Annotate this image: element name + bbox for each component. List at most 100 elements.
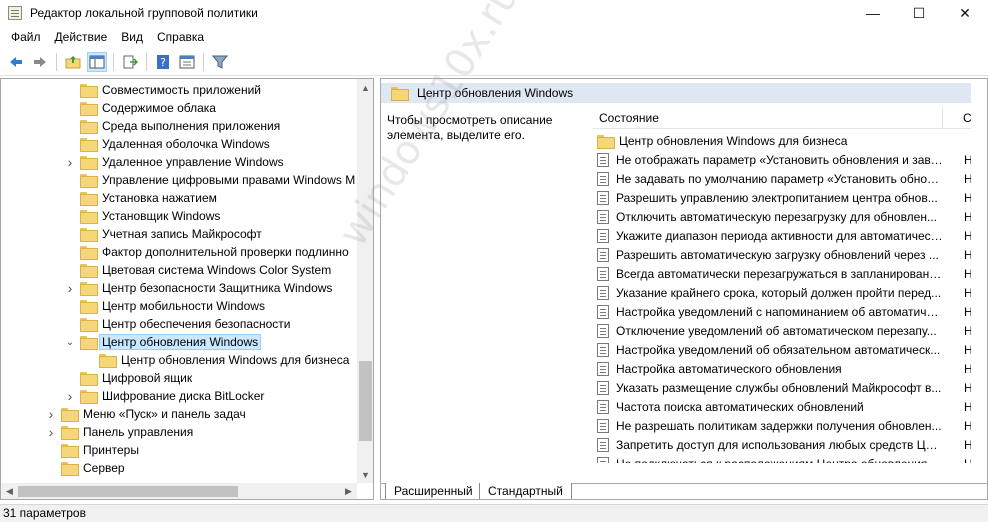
tree-item[interactable]: Центр обеспечения безопасности: [64, 315, 291, 333]
scroll-right-icon[interactable]: ▶: [340, 483, 357, 499]
tree-item[interactable]: › Меню «Пуск» и панель задач: [45, 405, 246, 423]
policy-setting-row[interactable]: Указание крайнего срока, который должен …: [593, 283, 987, 302]
column-header-second[interactable]: С: [943, 111, 972, 125]
column-header-state[interactable]: Состояние: [593, 107, 943, 129]
setting-name: Настройка автоматического обновления: [616, 361, 842, 376]
menu-file[interactable]: Файл: [4, 26, 48, 48]
help-button[interactable]: ?: [153, 52, 173, 72]
minimize-button[interactable]: —: [850, 0, 896, 26]
title-bar: Редактор локальной групповой политики — …: [0, 0, 988, 26]
policy-setting-row[interactable]: Настройка автоматического обновления Н: [593, 359, 987, 378]
setting-name: Указать размещение службы обновлений Май…: [616, 380, 942, 395]
folder-icon: [80, 246, 98, 260]
policy-setting-icon: [597, 247, 609, 262]
policy-setting-row[interactable]: Указать размещение службы обновлений Май…: [593, 378, 987, 397]
policy-setting-row[interactable]: Настройка уведомлений с напоминанием об …: [593, 302, 987, 321]
console-tree-pane: Совместимость приложений Содержимое облак…: [0, 78, 374, 500]
list-folder-item[interactable]: Центр обновления Windows для бизнеса: [593, 131, 987, 150]
tab-standard[interactable]: Стандартный: [479, 483, 572, 499]
tree-item-label: Совместимость приложений: [102, 83, 261, 97]
tree-item[interactable]: Управление цифровыми правами Windows M: [64, 171, 355, 189]
tree-item[interactable]: Фактор дополнительной проверки подлинно: [64, 243, 349, 261]
expand-chevron-icon[interactable]: ›: [64, 279, 76, 297]
policy-setting-icon: [597, 285, 609, 300]
expand-chevron-icon[interactable]: ›: [64, 153, 76, 171]
tree-item[interactable]: › Шифрование диска BitLocker: [64, 387, 264, 405]
folder-icon: [61, 408, 79, 422]
show-hide-tree-button[interactable]: [87, 51, 107, 72]
up-folder-button[interactable]: [63, 52, 83, 72]
tree-item[interactable]: Среда выполнения приложения: [64, 117, 280, 135]
policy-setting-row[interactable]: Отключение уведомлений об автоматическом…: [593, 321, 987, 340]
menu-view[interactable]: Вид: [114, 26, 150, 48]
tree-item-label: Установщик Windows: [102, 209, 221, 223]
tree-item-label: Содержимое облака: [102, 101, 216, 115]
policy-setting-row[interactable]: Не разрешать политикам задержки получени…: [593, 416, 987, 435]
policy-setting-row[interactable]: Частота поиска автоматических обновлений…: [593, 397, 987, 416]
tree-item-label: Центр обеспечения безопасности: [102, 317, 291, 331]
tree-item[interactable]: Учетная запись Майкрософт: [64, 225, 262, 243]
tree-item[interactable]: Удаленная оболочка Windows: [64, 135, 270, 153]
tree-item[interactable]: Содержимое облака: [64, 99, 216, 117]
scroll-left-icon[interactable]: ◀: [1, 483, 18, 499]
forward-button[interactable]: [30, 52, 50, 72]
folder-icon: [61, 426, 79, 440]
folder-icon: [80, 120, 98, 134]
console-tree-icon: [89, 55, 105, 68]
collapse-chevron-icon[interactable]: ⌄: [64, 333, 76, 351]
policy-setting-row[interactable]: Отключить автоматическую перезагрузку дл…: [593, 207, 987, 226]
tree-item[interactable]: Центр мобильности Windows: [64, 297, 265, 315]
tree-item[interactable]: Установка нажатием: [64, 189, 217, 207]
details-vertical-scrollbar[interactable]: [971, 79, 987, 463]
maximize-button[interactable]: ☐: [896, 0, 942, 26]
policy-setting-row[interactable]: Не подключаться к расположениям Центра о…: [593, 454, 987, 463]
tree-item[interactable]: Совместимость приложений: [64, 81, 261, 99]
tree-item[interactable]: Цветовая система Windows Color System: [64, 261, 331, 279]
expand-chevron-icon[interactable]: ›: [45, 405, 57, 423]
tree-item-label: Принтеры: [83, 443, 139, 457]
svg-text:?: ?: [160, 56, 166, 69]
filter-button[interactable]: [210, 52, 230, 72]
tree-item[interactable]: Установщик Windows: [64, 207, 220, 225]
policy-setting-row[interactable]: Разрешить управлению электропитанием цен…: [593, 188, 987, 207]
tree-vertical-scrollbar[interactable]: ▲ ▼: [357, 79, 373, 483]
policy-setting-row[interactable]: Всегда автоматически перезагружаться в з…: [593, 264, 987, 283]
export-icon: [123, 55, 138, 68]
tree-item[interactable]: › Панель управления: [45, 423, 193, 441]
export-list-button[interactable]: [120, 52, 140, 72]
menu-bar: Файл Действие Вид Справка: [0, 26, 988, 48]
back-button[interactable]: [6, 52, 26, 72]
policy-setting-row[interactable]: Укажите диапазон периода активности для …: [593, 226, 987, 245]
expand-chevron-icon[interactable]: ›: [45, 423, 57, 441]
tree-item[interactable]: Сервер: [45, 459, 125, 477]
folder-icon: [597, 134, 615, 149]
policy-setting-row[interactable]: Запретить доступ для использования любых…: [593, 435, 987, 454]
tree-item[interactable]: › Удаленное управление Windows: [64, 153, 284, 171]
tree-horizontal-scroll-thumb[interactable]: [18, 486, 238, 497]
tree-item[interactable]: ⌄ Центр обновления Windows: [64, 333, 262, 351]
close-button[interactable]: ✕: [942, 0, 988, 26]
menu-action[interactable]: Действие: [48, 26, 115, 48]
tree-item[interactable]: Цифровой ящик: [64, 369, 192, 387]
scroll-up-icon[interactable]: ▲: [357, 79, 373, 96]
expand-chevron-icon[interactable]: ›: [64, 387, 76, 405]
menu-help[interactable]: Справка: [150, 26, 211, 48]
tree-item[interactable]: Принтеры: [45, 441, 139, 459]
tree-horizontal-scrollbar[interactable]: ◀ ▶: [1, 483, 357, 499]
scroll-down-icon[interactable]: ▼: [357, 466, 373, 483]
policy-setting-row[interactable]: Не задавать по умолчанию параметр «Устан…: [593, 169, 987, 188]
policy-setting-row[interactable]: Разрешить автоматическую загрузку обновл…: [593, 245, 987, 264]
tree-item[interactable]: Центр обновления Windows для бизнеса: [83, 351, 349, 369]
policy-setting-row[interactable]: Не отображать параметр «Установить обнов…: [593, 150, 987, 169]
tab-extended[interactable]: Расширенный: [385, 483, 482, 499]
policy-setting-row[interactable]: Настройка уведомлений об обязательном ав…: [593, 340, 987, 359]
folder-up-icon: [65, 55, 81, 68]
tree-item[interactable]: › Центр безопасности Защитника Windows: [64, 279, 332, 297]
properties-button[interactable]: [177, 52, 197, 72]
setting-name: Укажите диапазон периода активности для …: [616, 228, 943, 243]
tree-vertical-scroll-thumb[interactable]: [359, 361, 372, 441]
